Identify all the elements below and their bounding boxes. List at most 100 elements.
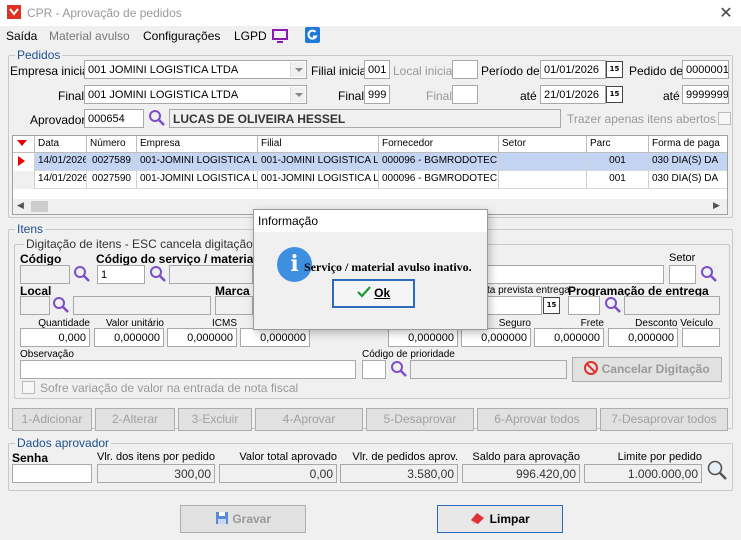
item-field[interactable] — [487, 265, 664, 284]
value-input[interactable]: 0,000 — [20, 328, 90, 347]
table-cell: 14/01/2026 — [35, 153, 87, 171]
search-icon[interactable] — [148, 109, 166, 127]
monitor-icon[interactable] — [272, 29, 288, 43]
cancelar-digitacao-button[interactable]: Cancelar Digitação — [572, 357, 722, 382]
column-header[interactable]: Fornecedor — [379, 136, 499, 153]
column-header[interactable]: Filial — [258, 136, 379, 153]
periodo-de-input[interactable]: 01/01/2026 — [540, 60, 606, 79]
data-prevista-input[interactable] — [487, 296, 542, 315]
dialog-title: Informação — [254, 210, 487, 232]
filial-inicial-input[interactable]: 001 — [364, 60, 390, 79]
search-icon[interactable] — [149, 265, 167, 283]
value-input[interactable]: 0,000000 — [534, 328, 604, 347]
chevron-down-icon[interactable] — [290, 87, 305, 102]
value-input[interactable]: 0,000000 — [388, 328, 458, 347]
table-cell: 001 — [587, 153, 649, 171]
ok-button[interactable]: Ok — [332, 279, 415, 308]
empresa-final-select[interactable]: 001 JOMINI LOGISTICA LTDA — [84, 85, 307, 104]
local-inicial-input[interactable] — [452, 60, 478, 79]
setor-label: Setor — [669, 252, 696, 264]
menu-material-avulso[interactable]: Material avulso — [49, 29, 130, 43]
chevron-down-icon[interactable] — [290, 62, 305, 77]
column-header[interactable]: Empresa — [137, 136, 258, 153]
dados-value: 3.580,00 — [340, 464, 458, 483]
menu-configuracoes[interactable]: Configurações — [143, 29, 220, 43]
calendar-icon[interactable]: 15 — [606, 61, 623, 78]
scroll-left-icon[interactable]: ◀ — [17, 200, 24, 211]
table-corner — [13, 136, 35, 153]
scrollbar-thumb[interactable] — [31, 201, 48, 212]
action-button[interactable]: 5-Desaprovar — [366, 408, 474, 431]
search-icon[interactable] — [52, 296, 70, 314]
action-button[interactable]: 2-Alterar — [95, 408, 175, 431]
dados-value: 300,00 — [97, 464, 215, 483]
servico-input[interactable]: 1 — [97, 265, 145, 284]
action-button[interactable]: 1-Adicionar — [12, 408, 92, 431]
column-header[interactable]: Forma de paga — [649, 136, 727, 153]
column-header[interactable]: Setor — [499, 136, 587, 153]
table-cell: 030 DIA(S) DA — [649, 153, 727, 171]
table-cell: 001-JOMINI LOGISTICA LT... — [137, 171, 258, 189]
veiculo-input[interactable] — [682, 328, 720, 347]
local-input[interactable] — [20, 296, 50, 315]
sofre-variacao-checkbox[interactable] — [22, 381, 35, 394]
trazer-abertos-checkbox[interactable] — [718, 112, 731, 125]
search-icon[interactable] — [706, 459, 728, 481]
gravar-button[interactable]: Gravar — [180, 505, 306, 533]
menu-saida[interactable]: Saída — [6, 29, 37, 43]
aprovador-code-input[interactable]: 000654 — [84, 109, 144, 128]
search-icon[interactable] — [604, 296, 622, 314]
marca-input[interactable] — [215, 296, 253, 315]
g-logo-icon[interactable] — [305, 27, 320, 43]
value-input[interactable]: 0,000000 — [167, 328, 237, 347]
value-input[interactable]: 0,000000 — [94, 328, 164, 347]
search-icon[interactable] — [73, 265, 91, 283]
data-prevista-label: ta prevista entrega — [487, 285, 570, 296]
floppy-disk-icon — [215, 512, 228, 524]
senha-input[interactable] — [12, 464, 92, 483]
action-button[interactable]: 3-Excluir — [178, 408, 252, 431]
trazer-abertos-label: Trazer apenas itens abertos — [567, 112, 716, 126]
sort-arrow-icon[interactable] — [16, 138, 28, 148]
limpar-button[interactable]: Limpar — [437, 505, 563, 533]
filial-final-input[interactable]: 999 — [364, 85, 390, 104]
dados-header: Limite por pedido — [617, 451, 702, 463]
table-cell: 030 DIA(S) DA — [649, 171, 727, 189]
programacao-desc-field — [624, 296, 720, 315]
search-icon[interactable] — [700, 265, 718, 283]
servico-label: Código do serviço / material av — [96, 252, 274, 266]
setor-input[interactable] — [669, 265, 696, 284]
close-icon[interactable]: ✕ — [716, 3, 736, 23]
dados-value: 996.420,00 — [462, 464, 580, 483]
action-button[interactable]: 7-Desaprovar todos — [600, 408, 728, 431]
value-input[interactable]: 0,000000 — [240, 328, 310, 347]
column-header[interactable]: Número — [87, 136, 137, 153]
action-button[interactable]: 4-Aprovar — [255, 408, 363, 431]
column-header[interactable]: Data — [35, 136, 87, 153]
local-final-input[interactable] — [452, 85, 478, 104]
observacao-input[interactable] — [20, 360, 356, 379]
column-header[interactable]: Parc — [587, 136, 649, 153]
scroll-right-icon[interactable]: ▶ — [713, 200, 720, 211]
pedidos-table: Data Número Empresa Filial Fornecedor Setor Pa… — [12, 135, 728, 215]
calendar-icon[interactable]: 15 — [606, 86, 623, 103]
search-icon[interactable] — [390, 360, 408, 378]
value-input[interactable]: 0,000000 — [608, 328, 678, 347]
menu-bar: Saída Material avulso Configurações LGPD — [0, 26, 741, 46]
value-input[interactable]: 0,000000 — [461, 328, 531, 347]
programacao-input[interactable] — [568, 296, 600, 315]
menu-lgpd[interactable]: LGPD — [234, 29, 267, 43]
pedido-ate-input[interactable]: 9999999 — [682, 85, 729, 104]
table-cell: 001-JOMINI LOGISTICA LT... — [137, 153, 258, 171]
checkmark-icon — [357, 286, 371, 298]
dados-header: Valor total aprovado — [239, 451, 337, 463]
periodo-ate-input[interactable]: 21/01/2026 — [540, 85, 606, 104]
senha-label: Senha — [12, 451, 49, 465]
prioridade-input[interactable] — [362, 360, 386, 379]
ok-label: Ok — [374, 286, 391, 300]
calendar-icon[interactable]: 15 — [543, 297, 560, 314]
empresa-inicial-select[interactable]: 001 JOMINI LOGISTICA LTDA — [84, 60, 307, 79]
pedido-de-input[interactable]: 0000001 — [682, 60, 729, 79]
action-button[interactable]: 6-Aprovar todos — [477, 408, 597, 431]
codigo-input[interactable] — [20, 265, 70, 284]
